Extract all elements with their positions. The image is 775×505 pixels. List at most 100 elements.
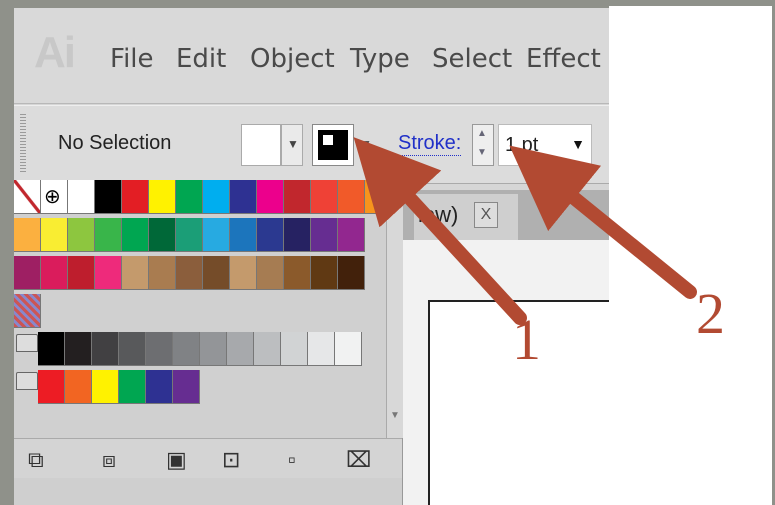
color-swatch[interactable]	[311, 180, 338, 214]
color-swatch[interactable]	[92, 332, 119, 366]
document-tab[interactable]: iew) X	[414, 194, 518, 240]
stroke-weight-value: 1 pt	[505, 134, 539, 156]
color-swatch[interactable]	[41, 256, 68, 290]
chevron-down-icon: ▼	[287, 137, 299, 151]
menu-edit[interactable]: Edit	[176, 44, 226, 74]
color-swatch[interactable]	[122, 180, 149, 214]
menu-effect[interactable]: Effect	[526, 44, 601, 74]
color-swatch[interactable]	[95, 218, 122, 252]
none-swatch[interactable]	[14, 180, 41, 214]
folder-icon	[16, 372, 38, 390]
swatches-panel: ⊕ ▼ ⧉ ⧈ ▣ ⊡ ▫ ⌧	[14, 180, 403, 505]
color-swatch[interactable]	[68, 256, 95, 290]
color-swatch[interactable]	[335, 332, 362, 366]
swatch-libraries-icon[interactable]: ⧉	[28, 447, 44, 473]
fill-dropdown[interactable]: ▼	[281, 124, 303, 166]
swatches-scrollbar[interactable]: ▼	[386, 180, 403, 438]
color-swatch[interactable]	[284, 218, 311, 252]
page-background	[609, 6, 772, 505]
color-swatch[interactable]	[65, 370, 92, 404]
color-swatch[interactable]	[176, 180, 203, 214]
menu-file[interactable]: File	[110, 44, 154, 74]
trash-icon[interactable]: ⌧	[346, 447, 371, 473]
color-swatch[interactable]	[146, 370, 173, 404]
annotation-label-1: 1	[512, 307, 541, 372]
color-swatch[interactable]	[257, 180, 284, 214]
menu-type[interactable]: Type	[350, 44, 410, 74]
annotation-label-2: 2	[696, 281, 725, 346]
registration-icon: ⊕	[44, 186, 61, 208]
color-swatch[interactable]	[14, 218, 41, 252]
color-swatch[interactable]	[338, 218, 365, 252]
color-swatch[interactable]	[257, 256, 284, 290]
color-swatch[interactable]	[176, 256, 203, 290]
color-swatch[interactable]	[119, 370, 146, 404]
spin-up-icon[interactable]: ▲	[477, 128, 487, 139]
color-swatch[interactable]	[203, 180, 230, 214]
color-swatch[interactable]	[230, 180, 257, 214]
color-swatch[interactable]	[254, 332, 281, 366]
color-swatch[interactable]: ⊕	[41, 180, 68, 214]
color-swatch[interactable]	[308, 332, 335, 366]
color-swatch[interactable]	[227, 332, 254, 366]
document-tab-label: iew)	[418, 202, 459, 227]
color-swatch[interactable]	[230, 256, 257, 290]
panel-grip[interactable]	[20, 114, 26, 174]
color-swatch[interactable]	[338, 256, 365, 290]
new-color-group-icon[interactable]: ⊡	[222, 447, 240, 473]
swatch-options-icon[interactable]: ▣	[166, 447, 187, 473]
color-swatch[interactable]	[149, 218, 176, 252]
color-swatch[interactable]	[92, 370, 119, 404]
color-swatch[interactable]	[284, 180, 311, 214]
color-swatch[interactable]	[119, 332, 146, 366]
color-swatch[interactable]	[38, 370, 65, 404]
show-kinds-icon[interactable]: ⧈	[102, 447, 116, 473]
color-swatch[interactable]	[14, 256, 41, 290]
color-swatch[interactable]	[203, 218, 230, 252]
stroke-weight-spinner[interactable]: ▲ ▼	[472, 124, 494, 166]
folder-icon	[16, 334, 38, 352]
color-swatch[interactable]	[68, 218, 95, 252]
color-swatch[interactable]	[95, 256, 122, 290]
color-swatch[interactable]	[68, 180, 95, 214]
color-swatch[interactable]	[122, 218, 149, 252]
stroke-weight-field[interactable]: 1 pt ▼	[498, 124, 592, 166]
color-swatch[interactable]	[41, 218, 68, 252]
color-swatch[interactable]	[281, 332, 308, 366]
close-icon[interactable]: X	[474, 202, 498, 228]
spin-down-icon[interactable]: ▼	[477, 147, 487, 158]
scroll-down-icon[interactable]: ▼	[390, 410, 400, 421]
color-swatch[interactable]	[338, 180, 365, 214]
stroke-label[interactable]: Stroke:	[398, 132, 462, 156]
color-swatch[interactable]	[149, 256, 176, 290]
color-swatch[interactable]	[176, 218, 203, 252]
menu-object[interactable]: Object	[250, 44, 335, 74]
color-swatch[interactable]	[311, 218, 338, 252]
color-swatch[interactable]	[122, 256, 149, 290]
chevron-down-icon[interactable]: ▼	[571, 136, 585, 152]
swatches-toolbar: ⧉ ⧈ ▣ ⊡ ▫ ⌧	[14, 438, 402, 479]
menu-bar: Ai File Edit Object Type Select Effect	[14, 8, 609, 104]
color-swatch[interactable]	[230, 218, 257, 252]
color-swatch[interactable]	[149, 180, 176, 214]
color-swatch[interactable]	[311, 256, 338, 290]
pattern-swatch[interactable]	[14, 294, 41, 328]
color-swatch[interactable]	[95, 180, 122, 214]
color-swatch[interactable]	[257, 218, 284, 252]
color-swatch[interactable]	[65, 332, 92, 366]
stroke-dropdown[interactable]: ▼	[354, 124, 376, 166]
color-swatch[interactable]	[203, 256, 230, 290]
fill-swatch[interactable]	[241, 124, 281, 166]
selection-status: No Selection	[58, 132, 172, 154]
color-swatch[interactable]	[173, 370, 200, 404]
menu-select[interactable]: Select	[432, 44, 512, 74]
illustrator-window: Ai File Edit Object Type Select Effect N…	[14, 8, 609, 505]
color-swatch[interactable]	[146, 332, 173, 366]
stroke-swatch[interactable]	[312, 124, 354, 166]
color-swatch[interactable]	[173, 332, 200, 366]
color-swatch[interactable]	[284, 256, 311, 290]
panel-below	[14, 478, 402, 505]
new-swatch-icon[interactable]: ▫	[288, 447, 296, 473]
color-swatch[interactable]	[200, 332, 227, 366]
color-swatch[interactable]	[38, 332, 65, 366]
